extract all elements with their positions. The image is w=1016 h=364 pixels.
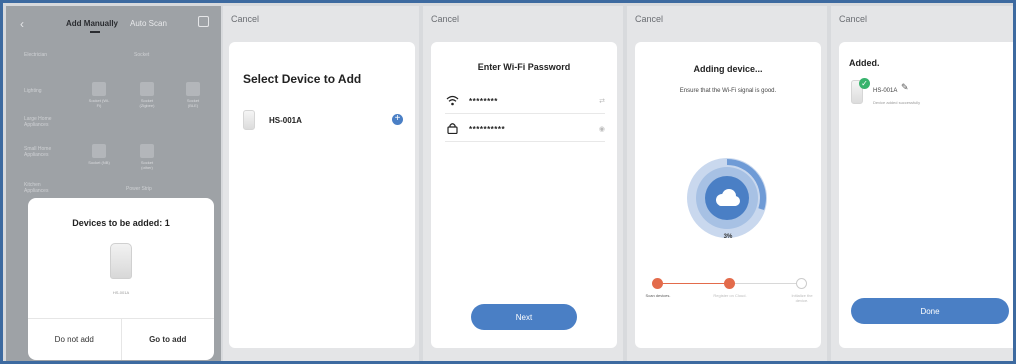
tab-indicator bbox=[90, 31, 100, 33]
tab-auto-scan[interactable]: Auto Scan bbox=[130, 19, 167, 28]
hint-text: Ensure that the Wi-Fi signal is good. bbox=[679, 88, 777, 94]
cancel-button[interactable]: Cancel bbox=[839, 14, 867, 24]
device-name: HS-001A bbox=[873, 88, 898, 94]
add-device-screen: ‹ Add Manually Auto Scan Electrician Lig… bbox=[6, 6, 221, 361]
switch-network-icon[interactable]: ⇄ bbox=[599, 97, 605, 105]
device-type-label: Socket (BLE) bbox=[186, 98, 200, 108]
adding-device-screen: Cancel Adding device... Ensure that the … bbox=[627, 6, 827, 361]
next-button[interactable]: Next bbox=[471, 304, 577, 330]
progress-percent: 3% bbox=[723, 234, 733, 240]
step-connector-done bbox=[663, 283, 725, 284]
step-register-label: Register on Cloud. bbox=[713, 293, 747, 298]
smart-plug-icon bbox=[243, 110, 255, 130]
wifi-ssid-value: ******** bbox=[469, 97, 498, 106]
screenshot-frame: ‹ Add Manually Auto Scan Electrician Lig… bbox=[0, 0, 1016, 364]
step-register-indicator bbox=[724, 278, 735, 289]
progress-steps: Scan devices. Register on Cloud. Initial… bbox=[646, 278, 813, 318]
wifi-password-value: ********** bbox=[469, 125, 506, 134]
socket-icon bbox=[92, 82, 106, 96]
step-scan-label: Scan devices. bbox=[645, 293, 671, 298]
step-connector-pending bbox=[735, 283, 797, 284]
socket-icon bbox=[140, 82, 154, 96]
page-title: Adding device... bbox=[693, 64, 763, 74]
category-kitchen-appliances[interactable]: Kitchen Appliances bbox=[24, 182, 64, 194]
edit-icon[interactable]: ✎ bbox=[901, 82, 909, 93]
category-electrician[interactable]: Electrician bbox=[24, 52, 64, 58]
category-small-appliances[interactable]: Small Home Appliances bbox=[24, 146, 64, 158]
devices-to-add-sheet: Devices to be added: 1 HS-001A Do not ad… bbox=[28, 198, 214, 360]
lock-icon bbox=[445, 122, 459, 137]
device-type-label: Socket (other) bbox=[140, 160, 154, 170]
wifi-password-screen: Cancel Enter Wi-Fi Password ******** ⇄ *… bbox=[423, 6, 623, 361]
added-card: Added. ✓ HS-001A ✎ Device added successf… bbox=[839, 42, 1013, 348]
done-button[interactable]: Done bbox=[851, 298, 1009, 324]
wifi-ssid-field[interactable]: ******** ⇄ bbox=[445, 90, 605, 114]
smart-plug-image bbox=[110, 243, 132, 279]
check-icon: ✓ bbox=[859, 78, 870, 89]
socket-icon bbox=[140, 144, 154, 158]
go-to-add-button[interactable]: Go to add bbox=[120, 319, 215, 360]
status-text: Device added successfully bbox=[873, 100, 921, 105]
category-large-appliances[interactable]: Large Home Appliances bbox=[24, 116, 64, 128]
step-scan-indicator bbox=[652, 278, 663, 289]
device-type-item[interactable]: Socket (BLE) bbox=[182, 82, 204, 108]
device-type-label: Socket (Zigbee) bbox=[139, 98, 155, 108]
device-row[interactable]: HS-001A + bbox=[243, 108, 403, 132]
wifi-icon bbox=[445, 95, 459, 109]
socket-icon bbox=[186, 82, 200, 96]
device-name: HS-001A bbox=[112, 290, 130, 295]
wifi-card: Enter Wi-Fi Password ******** ⇄ ********… bbox=[431, 42, 617, 348]
chevron-left-icon[interactable]: ‹ bbox=[20, 17, 24, 31]
section-heading: Socket bbox=[134, 52, 150, 58]
device-type-label: Socket (Wi-Fi) bbox=[88, 98, 110, 108]
select-device-card: Select Device to Add HS-001A + bbox=[229, 42, 415, 348]
socket-icon bbox=[92, 144, 106, 158]
cancel-button[interactable]: Cancel bbox=[431, 14, 459, 24]
wifi-password-field[interactable]: ********** ◉ bbox=[445, 118, 605, 142]
device-type-item[interactable]: Socket (Wi-Fi) bbox=[88, 82, 110, 108]
sheet-title: Devices to be added: 1 bbox=[72, 218, 170, 228]
device-name: HS-001A bbox=[269, 115, 302, 125]
step-initialize-indicator bbox=[796, 278, 807, 289]
top-bar: ‹ Add Manually Auto Scan bbox=[6, 6, 221, 40]
page-title: Added. bbox=[849, 58, 880, 68]
progress-card: Adding device... Ensure that the Wi-Fi s… bbox=[635, 42, 821, 348]
eye-icon[interactable]: ◉ bbox=[599, 125, 605, 133]
device-type-item[interactable]: Socket (NB) bbox=[88, 144, 110, 165]
page-title: Enter Wi-Fi Password bbox=[477, 62, 571, 72]
section-heading: Power Strip bbox=[126, 186, 152, 192]
scan-icon[interactable] bbox=[198, 16, 209, 27]
device-type-label: Socket (NB) bbox=[88, 160, 110, 165]
device-type-item[interactable]: Socket (other) bbox=[136, 144, 158, 170]
sheet-actions: Do not add Go to add bbox=[28, 318, 214, 360]
tab-add-manually[interactable]: Add Manually bbox=[66, 19, 118, 28]
progress-ring bbox=[687, 158, 767, 238]
cancel-button[interactable]: Cancel bbox=[231, 14, 259, 24]
device-added-screen: Cancel Added. ✓ HS-001A ✎ Device added s… bbox=[831, 6, 1013, 361]
step-initialize-label: Initialize the device. bbox=[791, 293, 813, 303]
category-lighting[interactable]: Lighting bbox=[24, 88, 64, 94]
add-icon[interactable]: + bbox=[392, 114, 403, 125]
page-title: Select Device to Add bbox=[243, 72, 362, 86]
device-type-item[interactable]: Socket (Zigbee) bbox=[136, 82, 158, 108]
select-device-screen: Cancel Select Device to Add HS-001A + bbox=[223, 6, 419, 361]
do-not-add-button[interactable]: Do not add bbox=[28, 319, 121, 360]
cancel-button[interactable]: Cancel bbox=[635, 14, 663, 24]
